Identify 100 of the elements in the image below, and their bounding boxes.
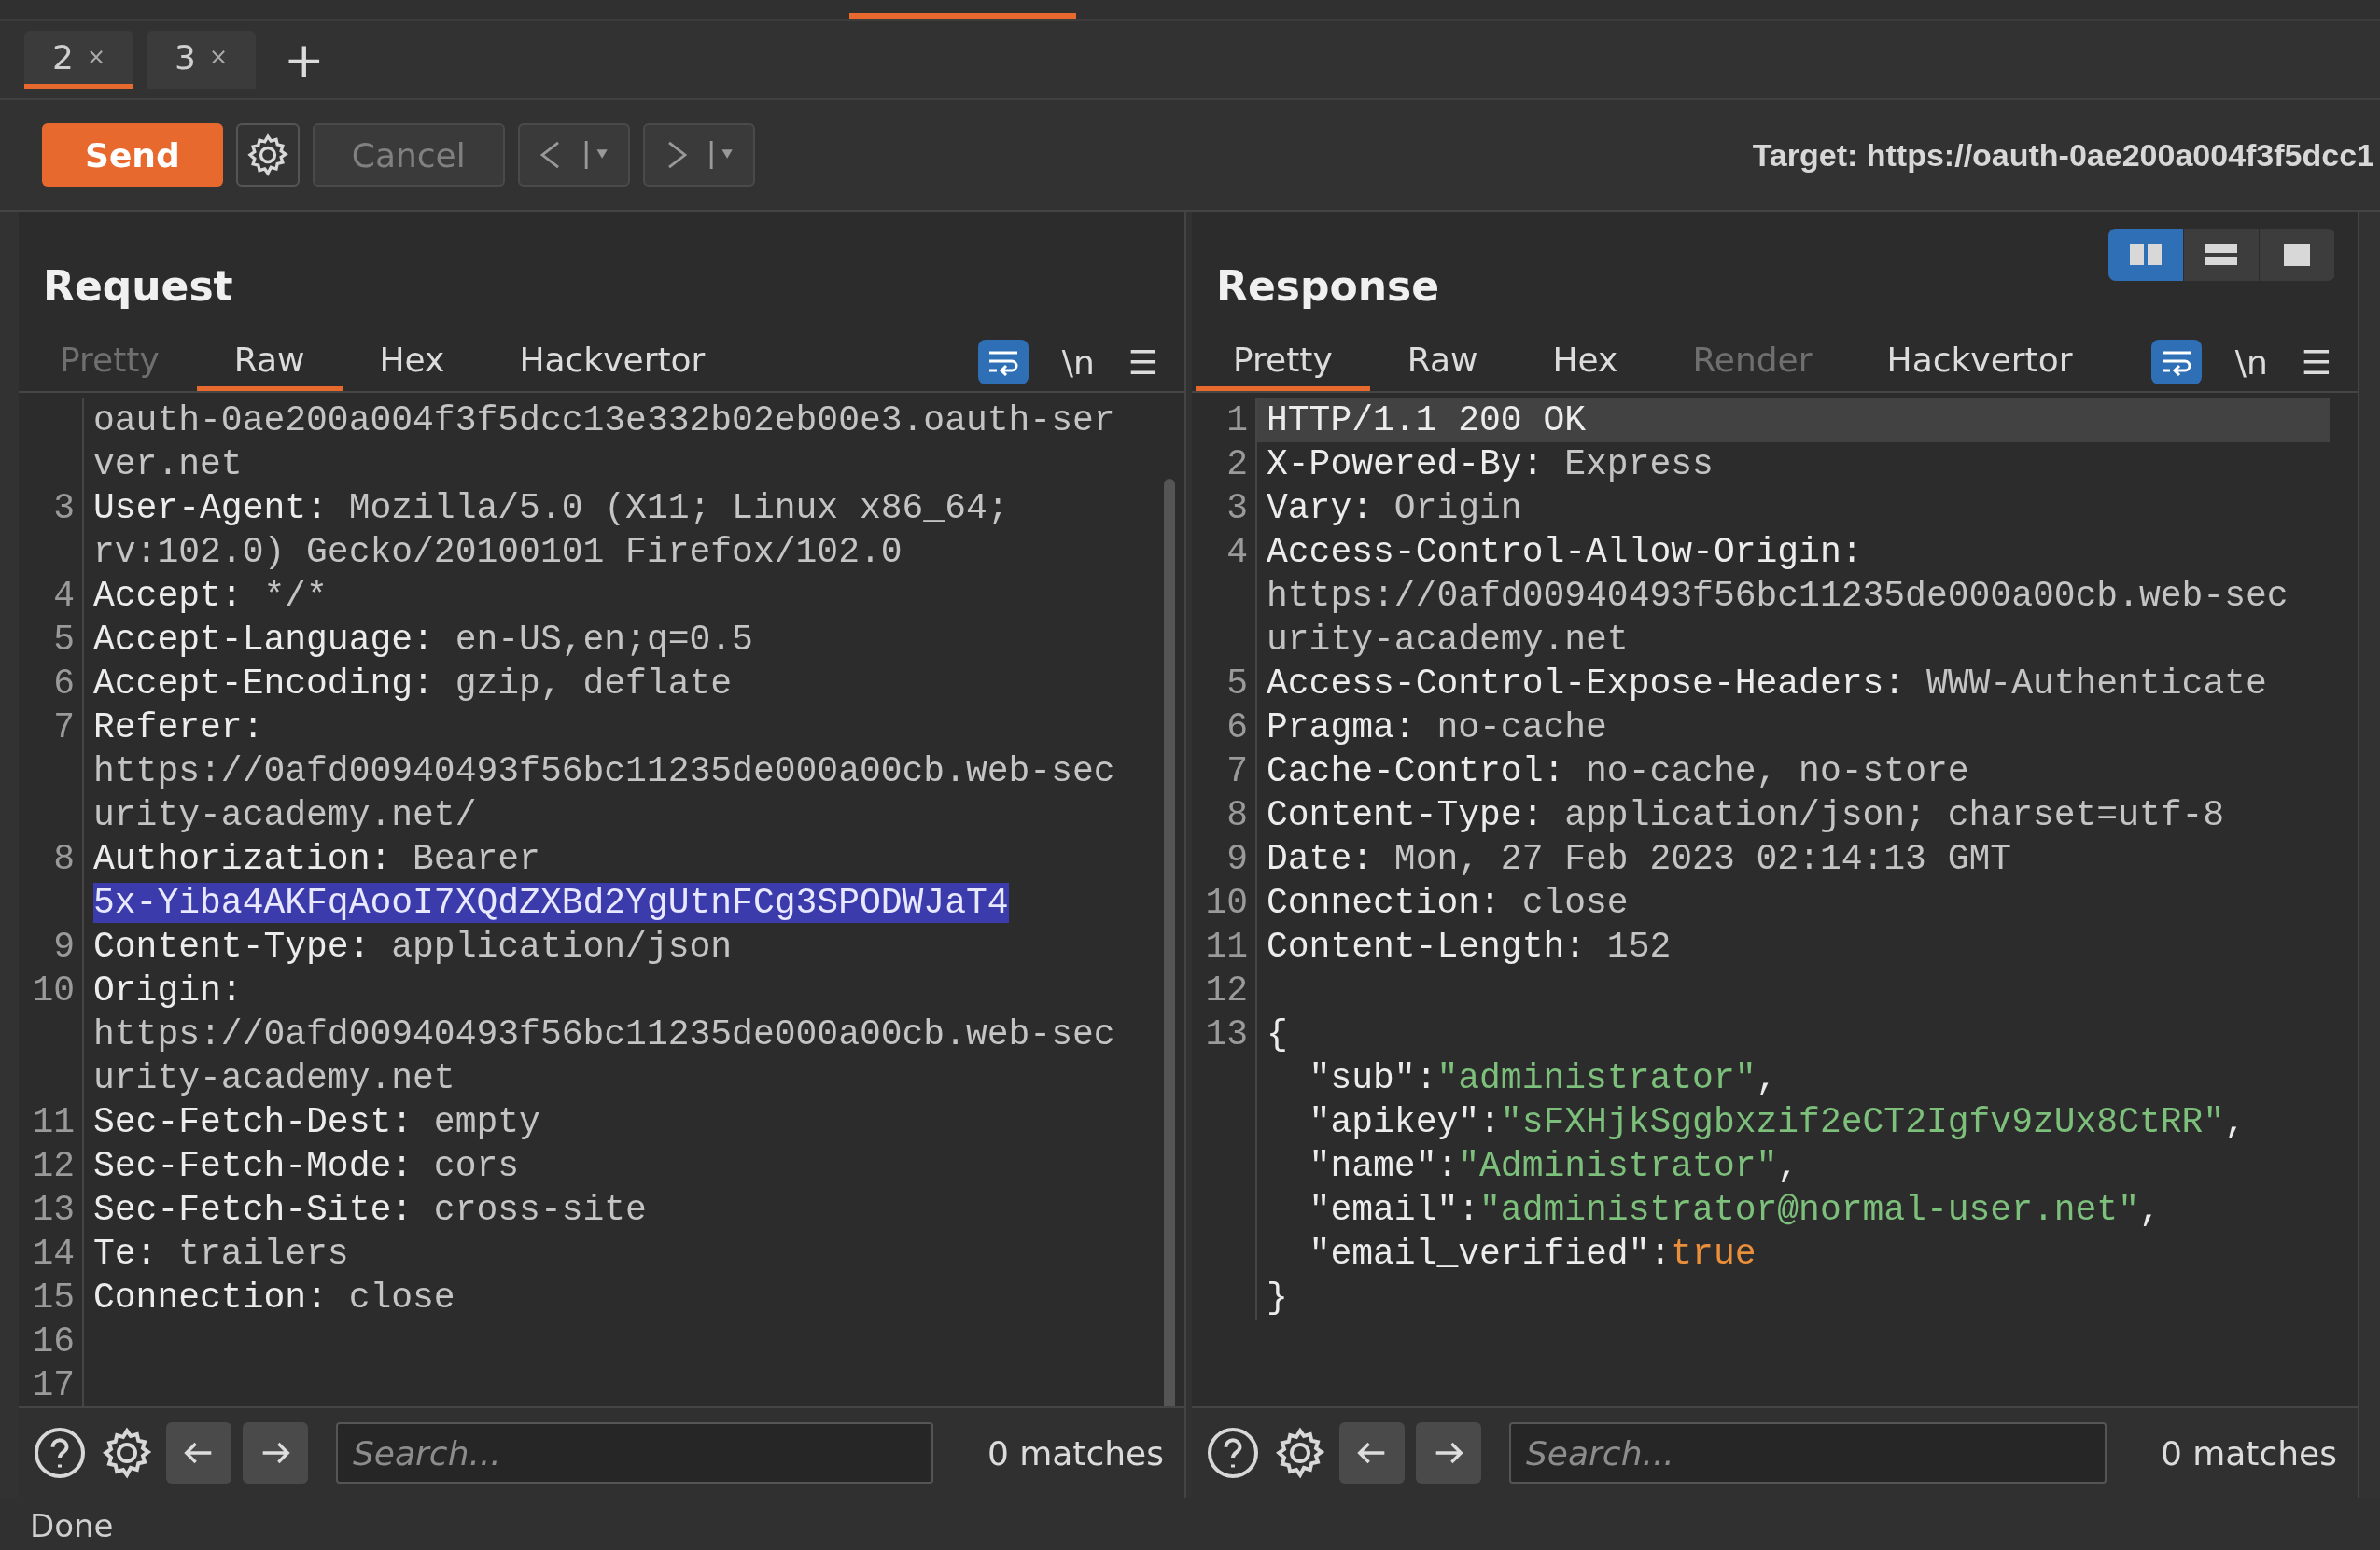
view-tab[interactable]: Hackvertor — [482, 333, 743, 391]
line-number: 5 — [19, 618, 84, 662]
close-icon[interactable]: × — [208, 44, 229, 70]
view-tab[interactable]: Hackvertor — [1849, 333, 2110, 391]
panel-title: Response — [1216, 262, 1439, 310]
line-number: 5 — [1192, 662, 1257, 705]
code-line: Connection: close — [92, 1277, 456, 1320]
match-count: 0 matches — [2160, 1433, 2337, 1473]
code-line: urity-academy.net — [92, 1057, 456, 1100]
settings-button[interactable] — [235, 123, 300, 187]
view-tab[interactable]: Hex — [342, 333, 483, 391]
code-line: Accept-Language: en-US,en;q=0.5 — [92, 619, 754, 662]
line-number: 10 — [19, 969, 84, 1012]
next-button[interactable] — [243, 1422, 308, 1484]
line-number: 13 — [1192, 1012, 1257, 1056]
menu-icon[interactable]: ☰ — [2301, 342, 2331, 382]
line-number: 11 — [19, 1100, 84, 1144]
code-line: ver.net — [92, 443, 244, 486]
line-number: 16 — [19, 1320, 84, 1363]
code-line: Origin: — [92, 970, 244, 1012]
line-number: 8 — [19, 837, 84, 881]
line-number: 4 — [1192, 530, 1257, 574]
code-line: Content-Type: application/json — [92, 926, 734, 969]
panel-title: Request — [43, 262, 233, 310]
line-number: 6 — [1192, 705, 1257, 749]
help-icon[interactable] — [32, 1425, 88, 1481]
line-number: 11 — [1192, 925, 1257, 969]
code-line: oauth-0ae200a004f3f5dcc13e332b02eb00e3.oauth-ser — [92, 399, 1116, 442]
line-number: 12 — [1192, 969, 1257, 1012]
view-tab[interactable]: Hex — [1515, 333, 1656, 391]
next-button[interactable] — [1416, 1422, 1481, 1484]
code-line: Access-Control-Allow-Origin: — [1266, 531, 1864, 574]
code-line: urity-academy.net/ — [92, 794, 478, 837]
code-line: "email_verified":true — [1308, 1233, 1757, 1276]
line-number: 8 — [1192, 793, 1257, 837]
line-number: 7 — [1192, 749, 1257, 793]
line-number: 3 — [19, 486, 84, 530]
code-line: X-Powered-By: Express — [1266, 443, 1715, 486]
code-line: "sub":"administrator", — [1308, 1057, 1779, 1100]
code-line: Te: trailers — [92, 1233, 350, 1276]
new-tab-button[interactable]: + — [269, 31, 340, 88]
line-number: 7 — [19, 705, 84, 749]
scrollbar[interactable] — [1164, 479, 1175, 1406]
repeater-tab[interactable]: 3 × — [147, 30, 257, 89]
newline-toggle[interactable]: \n — [2234, 342, 2268, 382]
search-field[interactable]: Search... — [1509, 1422, 2107, 1484]
code-line: Access-Control-Expose-Headers: WWW-Authenticate — [1266, 663, 2268, 705]
code-line: Cache-Control: no-cache, no-store — [1266, 750, 1970, 793]
view-tab[interactable]: Raw — [1369, 333, 1516, 391]
code-line: Date: Mon, 27 Feb 2023 02:14:13 GMT — [1266, 838, 2013, 881]
code-line: Content-Type: application/json; charset=utf-8 — [1266, 794, 2226, 837]
line-number: 6 — [19, 662, 84, 705]
repeater-tab[interactable]: 2 × — [24, 30, 133, 89]
code-line: { — [1266, 1013, 1289, 1056]
code-line: "name":"Administrator", — [1308, 1145, 1800, 1188]
back-button[interactable] — [517, 123, 630, 187]
wrap-lines-icon[interactable] — [2150, 340, 2202, 384]
target-url: Target: https://oauth-0ae200a004f3f5dcc1 — [1752, 136, 2375, 174]
line-number: 9 — [1192, 837, 1257, 881]
line-number: 2 — [1192, 442, 1257, 486]
newline-toggle[interactable]: \n — [1061, 342, 1095, 382]
code-line: Sec-Fetch-Site: cross-site — [92, 1189, 648, 1232]
line-number: 15 — [19, 1276, 84, 1320]
line-number: 13 — [19, 1188, 84, 1232]
code-line: } — [1266, 1277, 1289, 1320]
line-number: 10 — [1192, 881, 1257, 925]
code-line: Authorization: Bearer — [92, 838, 541, 881]
code-line: Referer: — [92, 706, 265, 749]
close-icon[interactable]: × — [86, 44, 105, 70]
code-line: Sec-Fetch-Mode: cors — [92, 1145, 521, 1188]
code-line: Accept-Encoding: gzip, deflate — [92, 663, 734, 705]
line-number: 14 — [19, 1232, 84, 1276]
code-line: Sec-Fetch-Dest: empty — [92, 1101, 541, 1144]
code-line: Vary: Origin — [1266, 487, 1523, 530]
code-line: rv:102.0) Gecko/20100101 Firefox/102.0 — [92, 531, 903, 574]
menu-icon[interactable]: ☰ — [1127, 342, 1158, 382]
help-icon[interactable] — [1205, 1425, 1261, 1481]
code-line: Pragma: no-cache — [1266, 706, 1608, 749]
code-line: https://0afd00940493f56bc11235de000a00cb.web-sec — [1266, 575, 2289, 618]
code-line: https://0afd00940493f56bc11235de000a00cb.web-sec — [92, 1013, 1116, 1056]
view-tab[interactable]: Pretty — [1196, 333, 1370, 391]
line-number: 9 — [19, 925, 84, 969]
code-line: "email":"administrator@normal-user.net", — [1308, 1189, 2162, 1232]
match-count: 0 matches — [987, 1433, 1164, 1473]
code-line: Accept: */* — [92, 575, 329, 618]
code-line: Content-Length: 152 — [1266, 926, 1673, 969]
previous-button[interactable] — [166, 1422, 231, 1484]
line-number: 3 — [1192, 486, 1257, 530]
line-number: 12 — [19, 1144, 84, 1188]
view-tab[interactable]: Raw — [196, 333, 343, 391]
previous-button[interactable] — [1339, 1422, 1405, 1484]
search-field[interactable]: Search... — [336, 1422, 933, 1484]
code-line: Connection: close — [1266, 882, 1630, 925]
code-line: User-Agent: Mozilla/5.0 (X11; Linux x86_64; — [92, 487, 1010, 530]
line-number: 4 — [19, 574, 84, 618]
wrap-lines-icon[interactable] — [977, 340, 1029, 384]
code-line: "apikey":"sFXHjkSggbxzif2eCT2Igfv9zUx8CtRR", — [1308, 1101, 2247, 1144]
forward-button[interactable] — [642, 123, 755, 187]
code-line: https://0afd00940493f56bc11235de000a00cb.web-sec — [92, 750, 1116, 793]
layout-toggle[interactable] — [2108, 229, 2184, 281]
